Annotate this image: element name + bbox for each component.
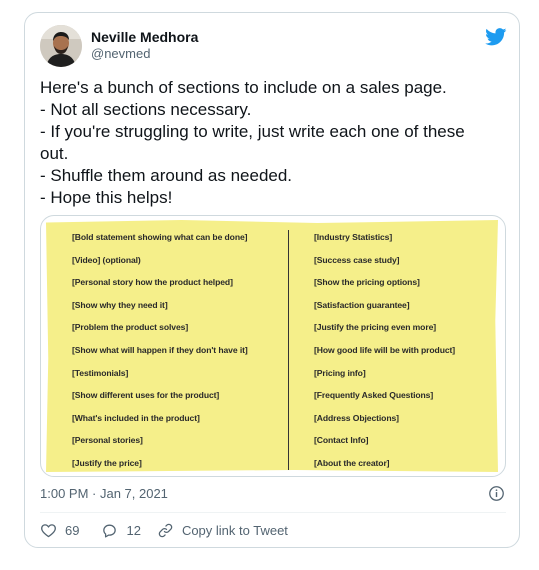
like-count: 69 bbox=[65, 522, 80, 538]
section-item: [Justify the price] bbox=[72, 457, 142, 468]
tweet-line: - Shuffle them around as needed. bbox=[40, 166, 293, 185]
tweet-card: Neville Medhora @nevmed Here's a bunch o… bbox=[24, 12, 520, 548]
section-item: [Address Objections] bbox=[314, 412, 399, 423]
tweet-text: Here's a bunch of sections to include on… bbox=[40, 77, 508, 209]
sticky-note: [Bold statement showing what can be done… bbox=[46, 220, 498, 472]
tweet-line: Here's a bunch of sections to include on… bbox=[40, 78, 447, 97]
section-item: [Personal story how the product helped] bbox=[72, 277, 233, 288]
copy-link-button[interactable]: Copy link to Tweet bbox=[157, 522, 288, 539]
reply-button[interactable]: 12 bbox=[101, 522, 141, 539]
heart-icon bbox=[41, 523, 56, 537]
copy-link-label: Copy link to Tweet bbox=[181, 522, 288, 538]
section-item: [Satisfaction guarantee] bbox=[314, 299, 410, 310]
like-button[interactable]: 69 bbox=[40, 522, 79, 539]
section-item: [Personal stories] bbox=[72, 435, 143, 446]
tweet-image[interactable]: [Bold statement showing what can be done… bbox=[40, 215, 506, 477]
section-item: [Justify the pricing even more] bbox=[314, 322, 437, 333]
reply-bubble-icon bbox=[103, 524, 117, 538]
action-bar: 69 12 Copy link to Tweet bbox=[40, 520, 288, 540]
tweet-line: - If you're struggling to write, just wr… bbox=[40, 122, 465, 141]
section-item: [Pricing info] bbox=[314, 367, 366, 378]
section-item: [What's included in the product] bbox=[72, 412, 200, 423]
section-item: [Success case study] bbox=[314, 254, 400, 265]
author-handle[interactable]: @nevmed bbox=[91, 46, 150, 61]
section-item: [Show why they need it] bbox=[72, 299, 168, 310]
section-item: [Contact Info] bbox=[314, 435, 369, 446]
section-item: [Frequently Asked Questions] bbox=[314, 390, 434, 401]
tweet-timestamp[interactable]: 1:00 PM · Jan 7, 2021 bbox=[40, 486, 168, 501]
twitter-bird-icon[interactable] bbox=[485, 28, 507, 46]
tweet-line: - Not all sections necessary. bbox=[40, 100, 252, 119]
section-item: [Video] (optional) bbox=[72, 254, 141, 265]
divider bbox=[40, 512, 506, 513]
column-divider bbox=[288, 230, 290, 470]
avatar[interactable] bbox=[40, 25, 82, 67]
section-item: [Show the pricing options] bbox=[314, 277, 420, 288]
section-item: [Show what will happen if they don't hav… bbox=[72, 344, 248, 355]
section-item: [Problem the product solves] bbox=[72, 322, 189, 333]
right-column: [Industry Statistics] [Success case stud… bbox=[314, 230, 456, 472]
info-icon[interactable] bbox=[488, 485, 505, 502]
tweet-line: - Hope this helps! bbox=[40, 188, 173, 207]
reply-count: 12 bbox=[126, 522, 141, 538]
link-icon bbox=[158, 523, 173, 537]
author-name[interactable]: Neville Medhora bbox=[91, 29, 198, 45]
section-item: [Bold statement showing what can be done… bbox=[72, 232, 248, 242]
section-item: [Testimonials] bbox=[72, 367, 129, 378]
section-item: [Industry Statistics] bbox=[314, 232, 393, 242]
section-item: [How good life will be with product] bbox=[314, 344, 456, 355]
section-item: [Show different uses for the product] bbox=[72, 390, 220, 401]
tweet-line: out. bbox=[40, 144, 69, 163]
left-column: [Bold statement showing what can be done… bbox=[72, 230, 248, 472]
section-item: [About the creator] bbox=[314, 457, 390, 468]
